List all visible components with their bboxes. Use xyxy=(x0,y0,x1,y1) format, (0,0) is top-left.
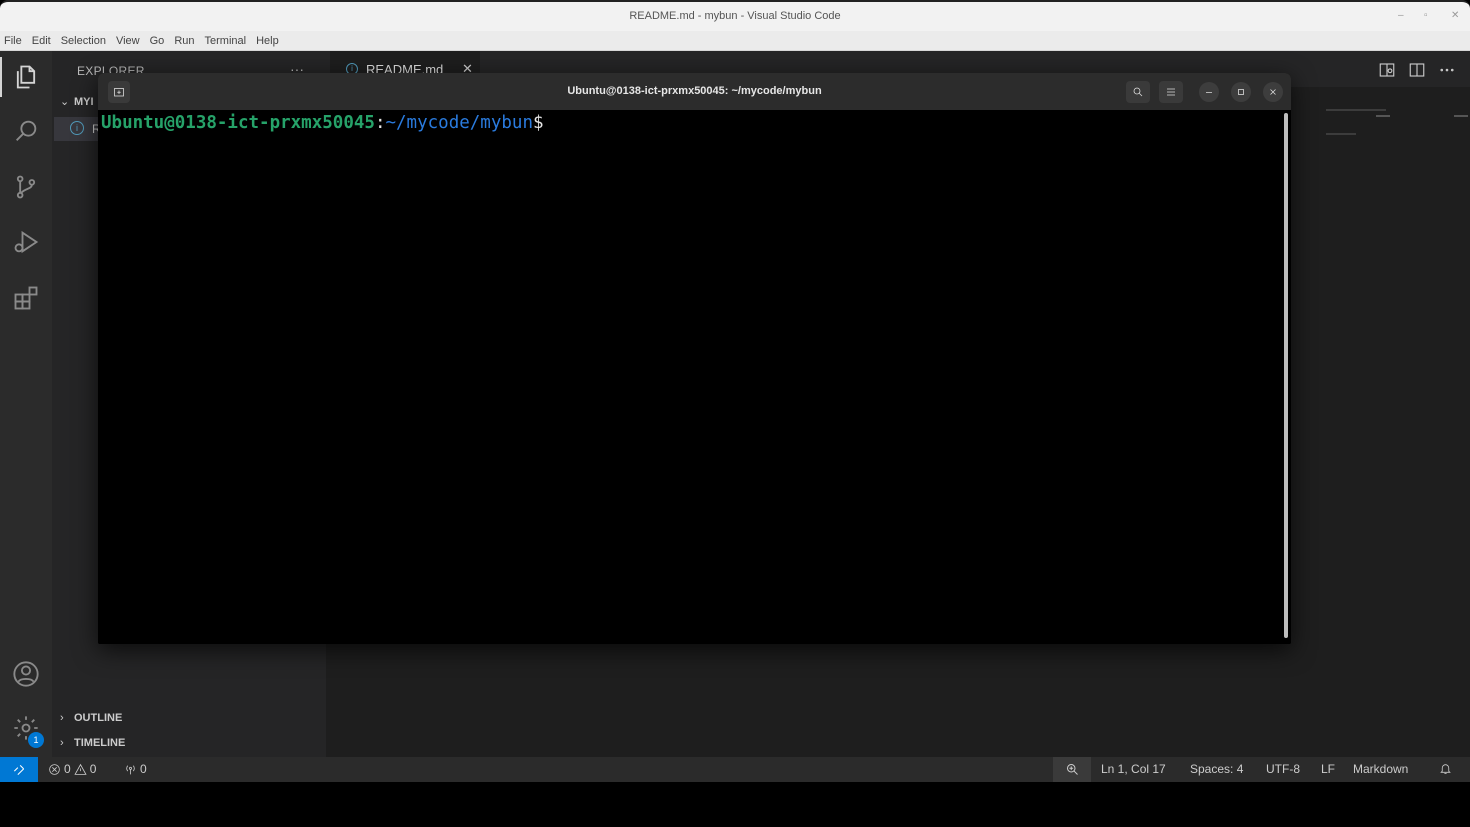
menu-help[interactable]: Help xyxy=(256,35,279,47)
timeline-section[interactable]: › TIMELINE xyxy=(60,737,125,749)
terminal-title: Ubuntu@0138-ict-prxmx50045: ~/mycode/myb… xyxy=(567,85,822,97)
minimize-icon xyxy=(1206,92,1212,93)
outline-section[interactable]: › OUTLINE xyxy=(60,712,122,724)
menu-terminal[interactable]: Terminal xyxy=(205,35,247,47)
activity-bar: 1 xyxy=(0,51,52,757)
more-actions-icon[interactable] xyxy=(1438,61,1456,79)
editor-actions xyxy=(1378,61,1456,79)
zoom-in-icon xyxy=(1066,764,1078,775)
chevron-down-icon: ⌄ xyxy=(60,96,70,108)
window-title: README.md - mybun - Visual Studio Code xyxy=(629,10,841,22)
ports-indicator[interactable]: 0 xyxy=(124,762,147,776)
bell-icon xyxy=(1440,764,1451,774)
terminal-menu-button[interactable] xyxy=(1159,81,1183,103)
split-editor-icon[interactable] xyxy=(1408,61,1426,79)
shell-prompt: Ubuntu@0138-ict-prxmx50045:~/mycode/mybu… xyxy=(101,113,544,133)
terminal-header[interactable]: Ubuntu@0138-ict-prxmx50045: ~/mycode/myb… xyxy=(98,73,1291,110)
close-window-button[interactable]: ✕ xyxy=(1451,10,1459,21)
hamburger-icon xyxy=(1167,88,1175,96)
terminal-close-button[interactable] xyxy=(1263,82,1283,102)
close-icon xyxy=(1270,89,1276,95)
minimap-line xyxy=(1376,115,1390,117)
encoding-setting[interactable]: UTF-8 xyxy=(1266,762,1300,776)
language-mode[interactable]: Markdown xyxy=(1353,762,1408,776)
run-debug-icon[interactable] xyxy=(10,226,42,258)
timeline-label: TIMELINE xyxy=(74,737,126,749)
os-title-bar: README.md - mybun - Visual Studio Code –… xyxy=(0,0,1470,31)
indentation-setting[interactable]: Spaces: 4 xyxy=(1190,762,1243,776)
cursor-position[interactable]: Ln 1, Col 17 xyxy=(1101,762,1166,776)
menu-edit[interactable]: Edit xyxy=(32,35,51,47)
explorer-icon[interactable] xyxy=(10,61,42,93)
vscode-window: README.md - mybun - Visual Studio Code –… xyxy=(0,0,1470,782)
terminal-maximize-button[interactable] xyxy=(1231,82,1251,102)
notifications-button[interactable] xyxy=(1439,762,1452,775)
menu-run[interactable]: Run xyxy=(174,35,194,47)
active-indicator xyxy=(0,57,2,97)
info-icon: i xyxy=(70,121,84,135)
status-bar: 0 0 0 Ln 1, Col 17 Spaces: 4 UTF-8 LF Ma… xyxy=(0,757,1470,782)
maximize-window-button[interactable]: ▫ xyxy=(1424,10,1428,21)
terminal-body[interactable]: Ubuntu@0138-ict-prxmx50045:~/mycode/mybu… xyxy=(98,110,1291,644)
minimize-window-button[interactable]: – xyxy=(1398,10,1404,21)
ports-count: 0 xyxy=(140,762,147,776)
terminal-window[interactable]: Ubuntu@0138-ict-prxmx50045: ~/mycode/myb… xyxy=(98,73,1291,644)
extensions-icon[interactable] xyxy=(10,282,42,314)
folder-name: MYI xyxy=(74,96,94,108)
terminal-scrollbar[interactable] xyxy=(1284,113,1288,638)
errors-count: 0 xyxy=(64,762,71,776)
problems-indicator[interactable]: 0 0 xyxy=(48,762,96,776)
error-icon xyxy=(49,763,60,775)
prompt-symbol: $ xyxy=(533,113,544,133)
minimap-line xyxy=(1326,109,1386,111)
account-icon[interactable] xyxy=(10,658,42,690)
chevron-right-icon: › xyxy=(60,712,64,724)
eol-setting[interactable]: LF xyxy=(1321,762,1335,776)
outline-label: OUTLINE xyxy=(74,712,123,724)
prompt-colon: : xyxy=(374,113,386,133)
minimap-line xyxy=(1326,133,1356,135)
prompt-user: Ubuntu@0138-ict-prxmx50045 xyxy=(101,113,375,133)
folder-header[interactable]: ⌄ MYI xyxy=(60,95,94,108)
source-control-icon[interactable] xyxy=(10,171,42,203)
warnings-count: 0 xyxy=(89,762,97,776)
menu-view[interactable]: View xyxy=(116,35,140,47)
maximize-icon xyxy=(1238,89,1244,95)
chevron-right-icon: › xyxy=(60,737,64,749)
search-icon[interactable] xyxy=(10,115,42,147)
prompt-path: ~/mycode/mybun xyxy=(385,113,533,133)
warning-icon xyxy=(74,763,87,775)
menu-file[interactable]: File xyxy=(4,35,22,47)
zoom-indicator[interactable] xyxy=(1053,757,1091,782)
remote-indicator[interactable] xyxy=(0,757,38,782)
search-icon xyxy=(1133,87,1143,97)
terminal-search-button[interactable] xyxy=(1126,81,1150,103)
broadcast-icon xyxy=(126,764,135,774)
menu-bar: File Edit Selection View Go Run Terminal… xyxy=(0,31,1470,51)
menu-go[interactable]: Go xyxy=(150,35,165,47)
remote-icon xyxy=(13,764,25,775)
menu-selection[interactable]: Selection xyxy=(61,35,106,47)
terminal-minimize-button[interactable] xyxy=(1199,82,1219,102)
open-preview-icon[interactable] xyxy=(1378,61,1396,79)
settings-update-badge: 1 xyxy=(28,732,44,748)
overview-ruler-mark xyxy=(1454,115,1468,117)
